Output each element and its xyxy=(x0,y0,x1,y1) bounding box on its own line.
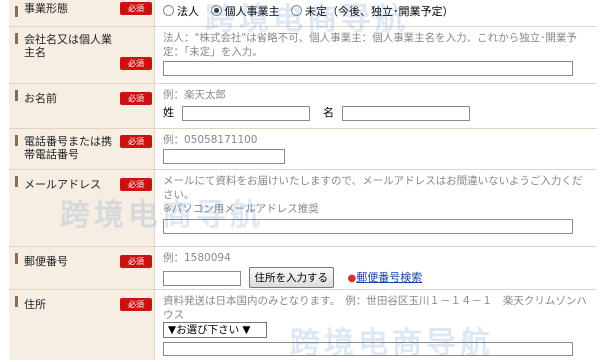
required-badge: 必須 xyxy=(120,178,152,191)
email-label-cell: メールアドレス 必須 xyxy=(9,170,155,246)
company-hint: 法人："株式会社"は省略不可、個人事業主：個人事業主名を入力、これから独立･開業… xyxy=(163,32,577,58)
zip-input[interactable] xyxy=(163,270,241,286)
required-badge: 必須 xyxy=(120,2,152,15)
zip-label: 郵便番号 xyxy=(24,255,68,268)
option-sole-proprietor[interactable]: 個人事業主 xyxy=(210,5,280,18)
magnifier-icon: ● xyxy=(347,273,357,284)
zip-hint: 例：1580094 xyxy=(163,252,231,264)
radio-icon[interactable] xyxy=(291,5,302,16)
phone-field-cell: 例：05058171100 xyxy=(155,129,597,169)
email-hint-recommend: ※パソコン用メールアドレス推奨 xyxy=(163,203,319,215)
company-label: 会社名又は個人業主名 xyxy=(24,33,112,59)
radio-selected-icon[interactable] xyxy=(210,5,222,16)
first-name-label: 名 xyxy=(323,106,334,119)
business-type-row: 事業形態 必須 法人 個人事業主 未定（今後、独立･開業予定） xyxy=(9,0,597,27)
prefecture-select[interactable]: ▼お選び下さい ▼ xyxy=(163,322,267,338)
phone-row: 電話番号または携帯電話番号 必須 例：05058171100 xyxy=(9,129,597,170)
address-field-cell: 資料発送は日本国内のみとなります。 例：世田谷区玉川１－１４－１ 楽天クリムゾン… xyxy=(155,290,597,360)
address-label-cell: 住所 必須 xyxy=(9,290,155,360)
phone-label-cell: 電話番号または携帯電話番号 必須 xyxy=(9,129,155,169)
fill-address-button[interactable]: 住所を入力する xyxy=(248,267,334,288)
required-badge: 必須 xyxy=(120,92,152,105)
first-name-input[interactable] xyxy=(341,105,470,121)
email-label: メールアドレス xyxy=(24,178,101,191)
company-row: 会社名又は個人業主名 必須 法人："株式会社"は省略不可、個人事業主：個人事業主… xyxy=(9,27,597,84)
option-corporation-label: 法人 xyxy=(177,5,199,18)
name-hint: 例：楽天太郎 xyxy=(163,89,226,101)
address-row: 住所 必須 資料発送は日本国内のみとなります。 例：世田谷区玉川１－１４－１ 楽… xyxy=(9,290,597,360)
email-hint: メールにて資料をお届けいたしますので、メールアドレスはお間違いないようご入力くだ… xyxy=(163,175,583,201)
name-label-cell: お名前 必須 xyxy=(9,84,155,128)
zip-row: 郵便番号 必須 例：1580094 住所を入力する ●郵便番号検索 xyxy=(9,247,597,290)
name-label: お名前 xyxy=(24,92,57,105)
required-badge: 必須 xyxy=(120,57,152,70)
required-badge: 必須 xyxy=(120,135,152,148)
phone-input[interactable] xyxy=(163,149,285,164)
zip-label-cell: 郵便番号 必須 xyxy=(9,247,155,289)
business-type-label-cell: 事業形態 必須 xyxy=(9,0,155,26)
last-name-input[interactable] xyxy=(181,105,310,121)
company-field-cell: 法人："株式会社"は省略不可、個人事業主：個人事業主名を入力、これから独立･開業… xyxy=(155,27,597,83)
option-corporation[interactable]: 法人 xyxy=(163,5,199,18)
zip-search-link[interactable]: 郵便番号検索 xyxy=(356,271,422,284)
business-type-options: 法人 個人事業主 未定（今後、独立･開業予定） xyxy=(155,0,597,26)
zip-field-cell: 例：1580094 住所を入力する ●郵便番号検索 xyxy=(155,247,597,289)
address-input[interactable] xyxy=(163,342,573,356)
address-label: 住所 xyxy=(24,298,46,311)
email-field-cell: メールにて資料をお届けいたしますので、メールアドレスはお間違いないようご入力くだ… xyxy=(155,170,597,246)
company-label-cell: 会社名又は個人業主名 必須 xyxy=(9,27,155,83)
business-type-label: 事業形態 xyxy=(24,2,68,15)
radio-icon[interactable] xyxy=(163,5,174,16)
company-input[interactable] xyxy=(163,61,573,76)
option-undecided-label: 未定（今後、独立･開業予定） xyxy=(305,5,454,18)
name-field-cell: 例：楽天太郎 姓 名 xyxy=(155,84,597,128)
last-name-label: 姓 xyxy=(163,106,174,119)
required-badge: 必須 xyxy=(120,298,152,311)
email-input[interactable] xyxy=(163,219,573,234)
option-undecided[interactable]: 未定（今後、独立･開業予定） xyxy=(291,5,454,18)
required-badge: 必須 xyxy=(120,255,152,268)
address-hint: 資料発送は日本国内のみとなります。 例：世田谷区玉川１－１４－１ 楽天クリムゾン… xyxy=(163,295,587,321)
phone-label: 電話番号または携帯電話番号 xyxy=(24,135,112,161)
option-sole-proprietor-label: 個人事業主 xyxy=(224,5,280,18)
name-row: お名前 必須 例：楽天太郎 姓 名 xyxy=(9,84,597,129)
phone-hint: 例：05058171100 xyxy=(163,134,258,146)
email-row: メールアドレス 必須 メールにて資料をお届けいたしますので、メールアドレスはお間… xyxy=(9,170,597,247)
